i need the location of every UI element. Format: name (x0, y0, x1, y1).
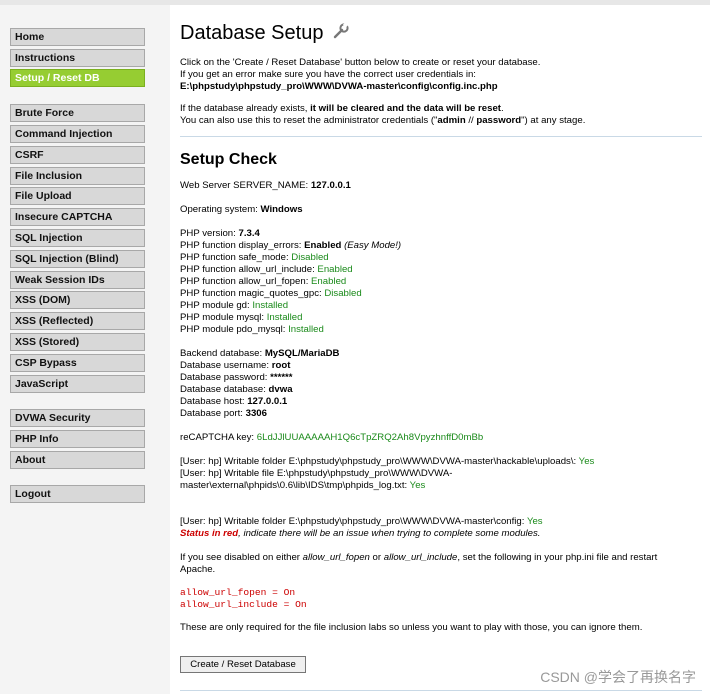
intro-line-1: Click on the 'Create / Reset Database' b… (180, 57, 541, 68)
wrench-icon (333, 22, 349, 39)
allow-url-fopen-line: PHP function allow_url_fopen: Enabled (180, 276, 347, 287)
menu-item-sql-injection-blind[interactable]: SQL Injection (Blind) (10, 250, 145, 268)
menu-item-csp-bypass[interactable]: CSP Bypass (10, 354, 145, 372)
disabled-note-line-1: If you see disabled on either allow_url_… (180, 552, 658, 563)
menu-item-xss-reflected[interactable]: XSS (Reflected) (10, 312, 145, 330)
code-allow-url-fopen: allow_url_fopen = On (180, 587, 296, 598)
menu-item-file-inclusion[interactable]: File Inclusion (10, 167, 145, 185)
php-version-line: PHP version: 7.3.4 (180, 228, 260, 239)
writable-uploads-line: [User: hp] Writable folder E:\phpstudy\p… (180, 456, 595, 467)
os-line: Operating system: Windows (180, 204, 303, 215)
menu-item-command-injection[interactable]: Command Injection (10, 125, 145, 143)
inclusion-note: These are only required for the file inc… (180, 622, 643, 633)
menu-item-instructions[interactable]: Instructions (10, 49, 145, 67)
magic-quotes-line: PHP function magic_quotes_gpc: Disabled (180, 288, 362, 299)
menu-item-insecure-captcha[interactable]: Insecure CAPTCHA (10, 208, 145, 226)
db-password-line: Database password: ****** (180, 372, 293, 383)
watermark: CSDN @学会了再换名字 (540, 669, 696, 685)
writable-log-line-1: [User: hp] Writable file E:\phpstudy\php… (180, 468, 453, 479)
db-name-line: Database database: dvwa (180, 384, 293, 395)
menu-item-javascript[interactable]: JavaScript (10, 375, 145, 393)
display-errors-line: PHP function display_errors: Enabled (Ea… (180, 240, 402, 251)
backend-db-line: Backend database: MySQL/MariaDB (180, 348, 340, 359)
menu-item-dvwa-security[interactable]: DVWA Security (10, 409, 145, 427)
menu-item-file-upload[interactable]: File Upload (10, 187, 145, 205)
menu-item-about[interactable]: About (10, 451, 145, 469)
safe-mode-line: PHP function safe_mode: Disabled (180, 252, 329, 263)
reset-credentials-line: You can also use this to reset the admin… (180, 115, 586, 126)
allow-url-include-line: PHP function allow_url_include: Enabled (180, 264, 353, 275)
divider (180, 136, 702, 137)
db-port-line: Database port: 3306 (180, 408, 267, 419)
writable-config-line: [User: hp] Writable folder E:\phpstudy\p… (180, 516, 543, 527)
intro-line-2: If you get an error make sure you have t… (180, 69, 476, 80)
disabled-note-line-2: Apache. (180, 564, 216, 575)
menu-item-setup-reset-db[interactable]: Setup / Reset DB (10, 69, 145, 87)
status-red-note: Status in red, indicate there will be an… (180, 528, 541, 539)
menu-item-xss-stored[interactable]: XSS (Stored) (10, 333, 145, 351)
main-content: Database Setup Click on the 'Create / Re… (170, 5, 710, 694)
config-path: E:\phpstudy\phpstudy_pro\WWW\DVWA-master… (180, 81, 498, 92)
db-username-line: Database username: root (180, 360, 291, 371)
code-allow-url-include: allow_url_include = On (180, 599, 307, 610)
divider-bottom (180, 690, 702, 691)
menu-item-brute-force[interactable]: Brute Force (10, 104, 145, 122)
menu-item-sql-injection[interactable]: SQL Injection (10, 229, 145, 247)
menu-item-logout[interactable]: Logout (10, 485, 145, 503)
menu-item-weak-session-ids[interactable]: Weak Session IDs (10, 271, 145, 289)
page-title: Database Setup (180, 22, 350, 45)
module-mysql-line: PHP module mysql: Installed (180, 312, 303, 323)
setup-check-heading: Setup Check (180, 151, 277, 168)
recaptcha-line: reCAPTCHA key: 6LdJJlUUAAAAAH1Q6cTpZRQ2A… (180, 432, 484, 443)
server-name-line: Web Server SERVER_NAME: 127.0.0.1 (180, 180, 351, 191)
module-pdo-mysql-line: PHP module pdo_mysql: Installed (180, 324, 324, 335)
db-host-line: Database host: 127.0.0.1 (180, 396, 288, 407)
warning-line: If the database already exists, it will … (180, 103, 504, 114)
create-reset-database-button[interactable]: Create / Reset Database (180, 656, 306, 673)
menu-item-xss-dom[interactable]: XSS (DOM) (10, 291, 145, 309)
menu-item-home[interactable]: Home (10, 28, 145, 46)
menu-item-csrf[interactable]: CSRF (10, 146, 145, 164)
page-title-text: Database Setup (180, 22, 324, 44)
menu-item-php-info[interactable]: PHP Info (10, 430, 145, 448)
writable-log-line-2: master\external\phpids\0.6\lib\IDS\tmp\p… (180, 480, 426, 491)
sidebar: Home Instructions Setup / Reset DB Brute… (0, 0, 160, 694)
module-gd-line: PHP module gd: Installed (180, 300, 289, 311)
